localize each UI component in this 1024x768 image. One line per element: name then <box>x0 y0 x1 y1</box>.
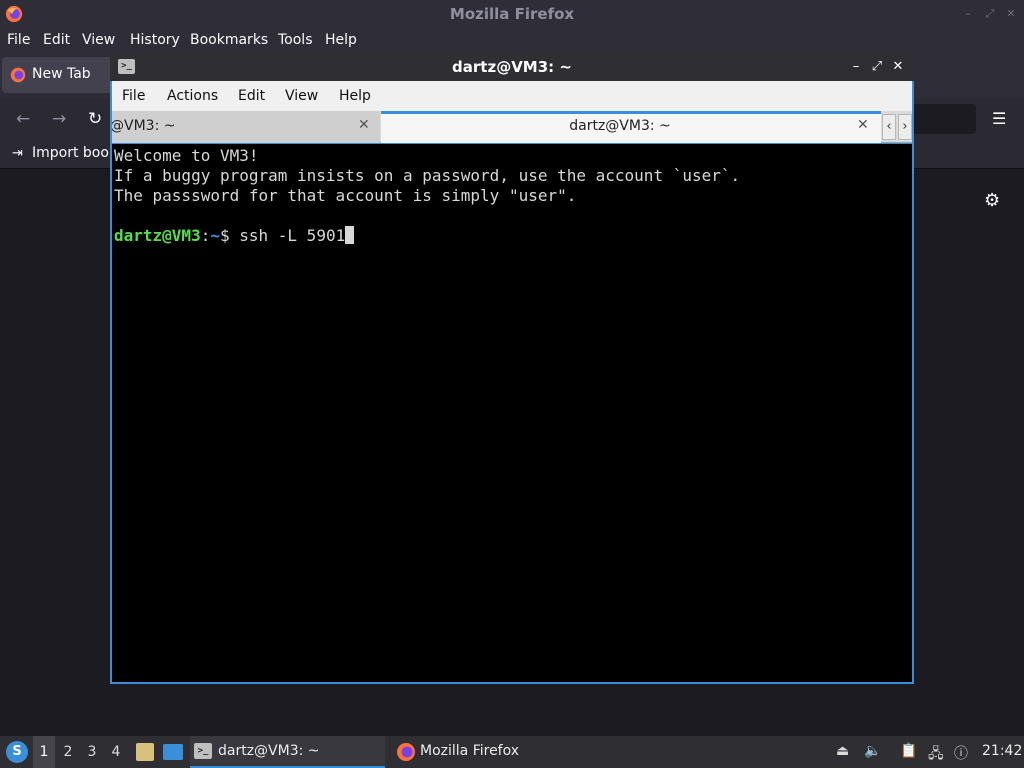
back-icon[interactable]: ← <box>16 109 30 129</box>
minimize-icon[interactable]: – <box>848 57 864 77</box>
import-icon: ⇥ <box>12 146 23 161</box>
volume-icon[interactable]: 🔈 <box>864 743 881 759</box>
taskbar: S 1 2 3 4 >_ dartz@VM3: ~ Mozilla Firefo… <box>0 736 1024 768</box>
notification-icon[interactable]: ⓘ <box>954 743 968 763</box>
workspace-4[interactable]: 4 <box>105 736 127 768</box>
prompt-separator: : <box>200 226 211 245</box>
terminal-line: Welcome to VM3! <box>114 146 259 165</box>
terminal-tabbar: @VM3: ~ ✕ dartz@VM3: ~ ✕ ‹ › <box>112 111 912 143</box>
close-icon[interactable]: ✕ <box>890 57 906 77</box>
tab-label: New Tab <box>32 66 91 82</box>
menu-file[interactable]: File <box>122 88 145 104</box>
terminal-titlebar[interactable]: >_ dartz@VM3: ~ – ⤢ ✕ <box>110 53 914 81</box>
task-firefox[interactable]: Mozilla Firefox <box>392 736 572 768</box>
terminal-output[interactable]: Welcome to VM3! If a buggy program insis… <box>112 144 912 682</box>
forward-icon[interactable]: → <box>52 109 66 129</box>
prompt-line: dartz@VM3:~$ ssh -L 5901 <box>114 226 355 246</box>
scroll-tabs-left-icon[interactable]: ‹ <box>882 114 896 140</box>
menu-history[interactable]: History <box>130 32 180 48</box>
menu-actions[interactable]: Actions <box>167 88 218 104</box>
terminal-icon: >_ <box>194 743 212 759</box>
menu-help[interactable]: Help <box>339 88 371 104</box>
workspace-1[interactable]: 1 <box>33 736 55 768</box>
network-icon[interactable]: 🖧 <box>928 743 944 767</box>
file-manager-icon[interactable] <box>136 743 154 761</box>
terminal-tab-label: @VM3: ~ <box>112 118 176 134</box>
workspace-3[interactable]: 3 <box>81 736 103 768</box>
url-bar[interactable] <box>912 104 976 134</box>
prompt-path: ~ <box>210 226 220 245</box>
workspace-2[interactable]: 2 <box>57 736 79 768</box>
firefox-icon <box>397 743 415 761</box>
minimize-icon[interactable]: – <box>962 8 974 20</box>
text-cursor <box>345 226 355 244</box>
task-label: dartz@VM3: ~ <box>218 743 320 759</box>
terminal-line: The passsword for that account is simply… <box>114 186 577 205</box>
start-menu-icon[interactable]: S <box>6 741 28 763</box>
maximize-icon[interactable]: ⤢ <box>984 8 996 20</box>
terminal-line: If a buggy program insists on a password… <box>114 166 741 185</box>
firefox-window-title: Mozilla Firefox <box>449 5 575 23</box>
maximize-icon[interactable]: ⤢ <box>869 57 885 77</box>
menu-tools[interactable]: Tools <box>278 32 313 48</box>
tab-new-tab[interactable]: New Tab <box>2 57 112 93</box>
reload-icon[interactable]: ↻ <box>88 109 102 129</box>
command-input[interactable]: ssh -L 5901 <box>239 226 345 245</box>
close-icon[interactable]: ✕ <box>1005 8 1017 20</box>
terminal-menubar: File Actions Edit View Help <box>112 81 912 111</box>
menu-bookmarks[interactable]: Bookmarks <box>190 32 268 48</box>
show-desktop-icon[interactable] <box>163 744 183 760</box>
firefox-tab-icon <box>10 67 26 83</box>
task-label: Mozilla Firefox <box>420 743 520 759</box>
menu-view[interactable]: View <box>285 88 318 104</box>
close-tab-icon[interactable]: ✕ <box>857 117 869 133</box>
eject-icon[interactable]: ⏏ <box>836 743 849 759</box>
terminal-tab-label: dartz@VM3: ~ <box>569 118 671 134</box>
firefox-titlebar[interactable]: Mozilla Firefox – ⤢ ✕ <box>0 0 1024 29</box>
scroll-tabs-right-icon[interactable]: › <box>898 114 912 140</box>
clipboard-icon[interactable]: 📋 <box>900 743 917 759</box>
menu-edit[interactable]: Edit <box>43 32 70 48</box>
prompt-symbol: $ <box>219 226 240 245</box>
clock[interactable]: 21:42 <box>982 743 1022 759</box>
terminal-tab[interactable]: @VM3: ~ ✕ <box>112 111 380 143</box>
menu-view[interactable]: View <box>82 32 115 48</box>
menu-edit[interactable]: Edit <box>238 88 265 104</box>
hamburger-menu-icon[interactable]: ☰ <box>992 109 1006 128</box>
menu-help[interactable]: Help <box>325 32 357 48</box>
menu-file[interactable]: File <box>7 32 30 48</box>
task-terminal[interactable]: >_ dartz@VM3: ~ <box>190 736 385 768</box>
firefox-menubar: File Edit View History Bookmarks Tools H… <box>0 29 1024 53</box>
gear-icon[interactable]: ⚙ <box>984 190 1000 211</box>
prompt-user: dartz@VM3 <box>114 226 201 245</box>
terminal-window-title: dartz@VM3: ~ <box>452 58 572 76</box>
import-bookmarks-link[interactable]: Import book <box>32 145 117 161</box>
close-tab-icon[interactable]: ✕ <box>358 117 370 133</box>
terminal-tab-active[interactable]: dartz@VM3: ~ ✕ <box>381 111 881 143</box>
terminal-window: >_ dartz@VM3: ~ – ⤢ ✕ File Actions Edit … <box>110 53 914 684</box>
